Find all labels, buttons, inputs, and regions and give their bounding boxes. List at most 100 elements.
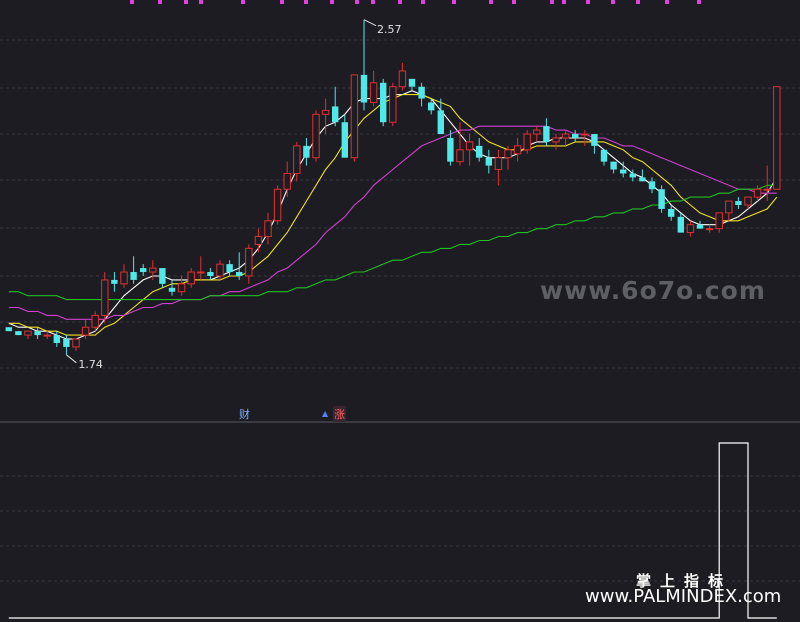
- top-marker: [241, 0, 245, 4]
- candle-body: [552, 137, 560, 143]
- candle-body: [572, 134, 579, 138]
- tag-zhang: 涨: [333, 406, 346, 422]
- top-marker: [280, 0, 284, 4]
- candle-body: [264, 220, 272, 238]
- candle-body: [753, 188, 762, 198]
- candle-body: [245, 247, 253, 277]
- candlestick-chart: [0, 0, 800, 622]
- candle-body: [437, 110, 444, 135]
- candle-body: [140, 268, 147, 273]
- candle-body: [389, 86, 397, 123]
- candle-body: [744, 196, 752, 206]
- candle-body: [639, 177, 646, 182]
- candle-body: [456, 149, 464, 163]
- candle-body: [91, 314, 99, 328]
- candle-body: [63, 339, 70, 347]
- candle-body: [620, 169, 627, 174]
- top-marker: [562, 0, 566, 4]
- candle-body: [763, 188, 771, 191]
- candle-body: [725, 200, 733, 214]
- top-marker: [586, 0, 590, 4]
- low-price-label: 1.74: [78, 357, 103, 371]
- candle-body: [398, 70, 407, 88]
- candle-body: [523, 133, 531, 151]
- candle-body: [543, 126, 550, 142]
- candle-body: [168, 287, 176, 292]
- chart-svg: [0, 0, 800, 619]
- top-marker: [452, 0, 456, 4]
- candle-body: [648, 181, 656, 190]
- candle-body: [72, 338, 80, 348]
- candle-body: [321, 109, 330, 115]
- candle-body: [408, 78, 416, 87]
- top-marker: [398, 0, 402, 4]
- candle-body: [111, 279, 118, 284]
- top-marker: [611, 0, 615, 4]
- candle-body: [658, 189, 665, 209]
- watermark-main: www.6o7o.com: [540, 276, 766, 305]
- candle-body: [293, 145, 301, 174]
- candle-body: [465, 141, 474, 151]
- candle-body: [715, 212, 723, 230]
- candle-body: [81, 326, 90, 336]
- candle-body: [177, 283, 186, 293]
- candle-body: [130, 272, 137, 280]
- candle-body: [197, 271, 205, 274]
- candle-body: [149, 267, 157, 273]
- candle-body: [187, 271, 195, 285]
- top-marker: [550, 0, 554, 4]
- top-marker: [371, 0, 375, 4]
- top-marker: [489, 0, 493, 4]
- candle-body: [5, 327, 12, 332]
- candle-body: [696, 224, 704, 229]
- candle-body: [418, 86, 425, 99]
- high-price-label: 2.57: [377, 22, 402, 36]
- candle-body: [668, 208, 675, 217]
- candle-body: [591, 134, 598, 146]
- candle-body: [494, 157, 503, 171]
- candle-body: [629, 173, 636, 178]
- candle-body: [236, 272, 243, 276]
- candle-body: [360, 74, 368, 103]
- candle-body: [705, 228, 714, 231]
- top-marker: [158, 0, 162, 4]
- candle-body: [43, 334, 51, 337]
- candle-body: [332, 106, 339, 123]
- candle-body: [369, 82, 378, 103]
- candle-body: [735, 201, 742, 205]
- candle-body: [428, 102, 435, 111]
- candle-body: [15, 331, 22, 336]
- candle-body: [677, 216, 684, 233]
- triangle-marker-icon: ▲: [322, 409, 329, 418]
- top-marker: [636, 0, 640, 4]
- candle-body: [273, 188, 282, 222]
- candle-body: [53, 335, 60, 343]
- candle-body: [485, 157, 492, 166]
- candle-body: [581, 133, 589, 136]
- candle-body: [686, 224, 695, 234]
- candle-body: [773, 86, 781, 190]
- candle-body: [24, 330, 32, 336]
- candle-body: [283, 172, 291, 190]
- candle-body: [216, 263, 224, 277]
- candle-body: [303, 145, 310, 158]
- candle-body: [513, 145, 522, 155]
- candle-body: [207, 272, 214, 276]
- candle-body: [447, 137, 454, 162]
- candle-body: [380, 82, 387, 123]
- candle-body: [561, 133, 570, 139]
- tag-cai: 财: [239, 408, 250, 421]
- top-marker: [184, 0, 188, 4]
- candle-body: [610, 161, 617, 170]
- candle-body: [341, 122, 348, 158]
- candle-body: [533, 129, 541, 135]
- candle-body: [159, 268, 166, 284]
- top-marker: [355, 0, 359, 4]
- candle-body: [101, 279, 109, 316]
- candle-body: [600, 149, 608, 162]
- candle-body: [312, 113, 320, 159]
- candle-body: [226, 264, 233, 273]
- top-marker: [199, 0, 203, 4]
- candle-body: [120, 271, 128, 285]
- watermark-url: www.PALMINDEX.com: [585, 586, 782, 607]
